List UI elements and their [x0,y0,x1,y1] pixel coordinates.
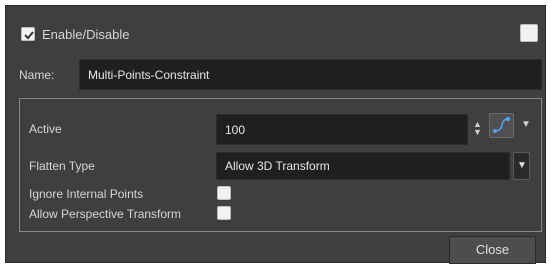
close-button[interactable]: Close [449,236,536,264]
properties-group: Active 100 ▲ ▼ ▼ Flatten Type Allow 3D Tr… [19,98,542,232]
ignore-internal-checkbox[interactable] [217,186,231,200]
enable-checkbox[interactable] [21,27,35,41]
name-field[interactable]: Multi-Points-Constraint [79,59,542,90]
flatten-type-select[interactable]: Allow 3D Transform [216,152,510,180]
flatten-dropdown-button[interactable]: ▼ [513,152,530,180]
function-dropdown-icon[interactable]: ▼ [521,119,531,130]
flatten-type-label: Flatten Type [29,159,95,173]
function-curve-button[interactable] [489,113,514,138]
ignore-internal-label: Ignore Internal Points [29,187,144,201]
curve-icon [493,117,510,133]
constraint-dialog: Enable/Disable Name: Multi-Points-Constr… [5,5,546,264]
active-field[interactable]: 100 [216,114,468,145]
active-label: Active [29,122,62,136]
allow-perspective-label: Allow Perspective Transform [29,207,182,221]
spin-arrows-icon[interactable]: ▲ ▼ [473,120,482,137]
checkmark-icon [24,31,34,40]
color-swatch[interactable] [520,24,538,42]
name-label: Name: [19,68,55,82]
allow-perspective-checkbox[interactable] [217,206,231,220]
chevron-down-icon: ▼ [517,160,527,171]
enable-label: Enable/Disable [42,27,130,42]
